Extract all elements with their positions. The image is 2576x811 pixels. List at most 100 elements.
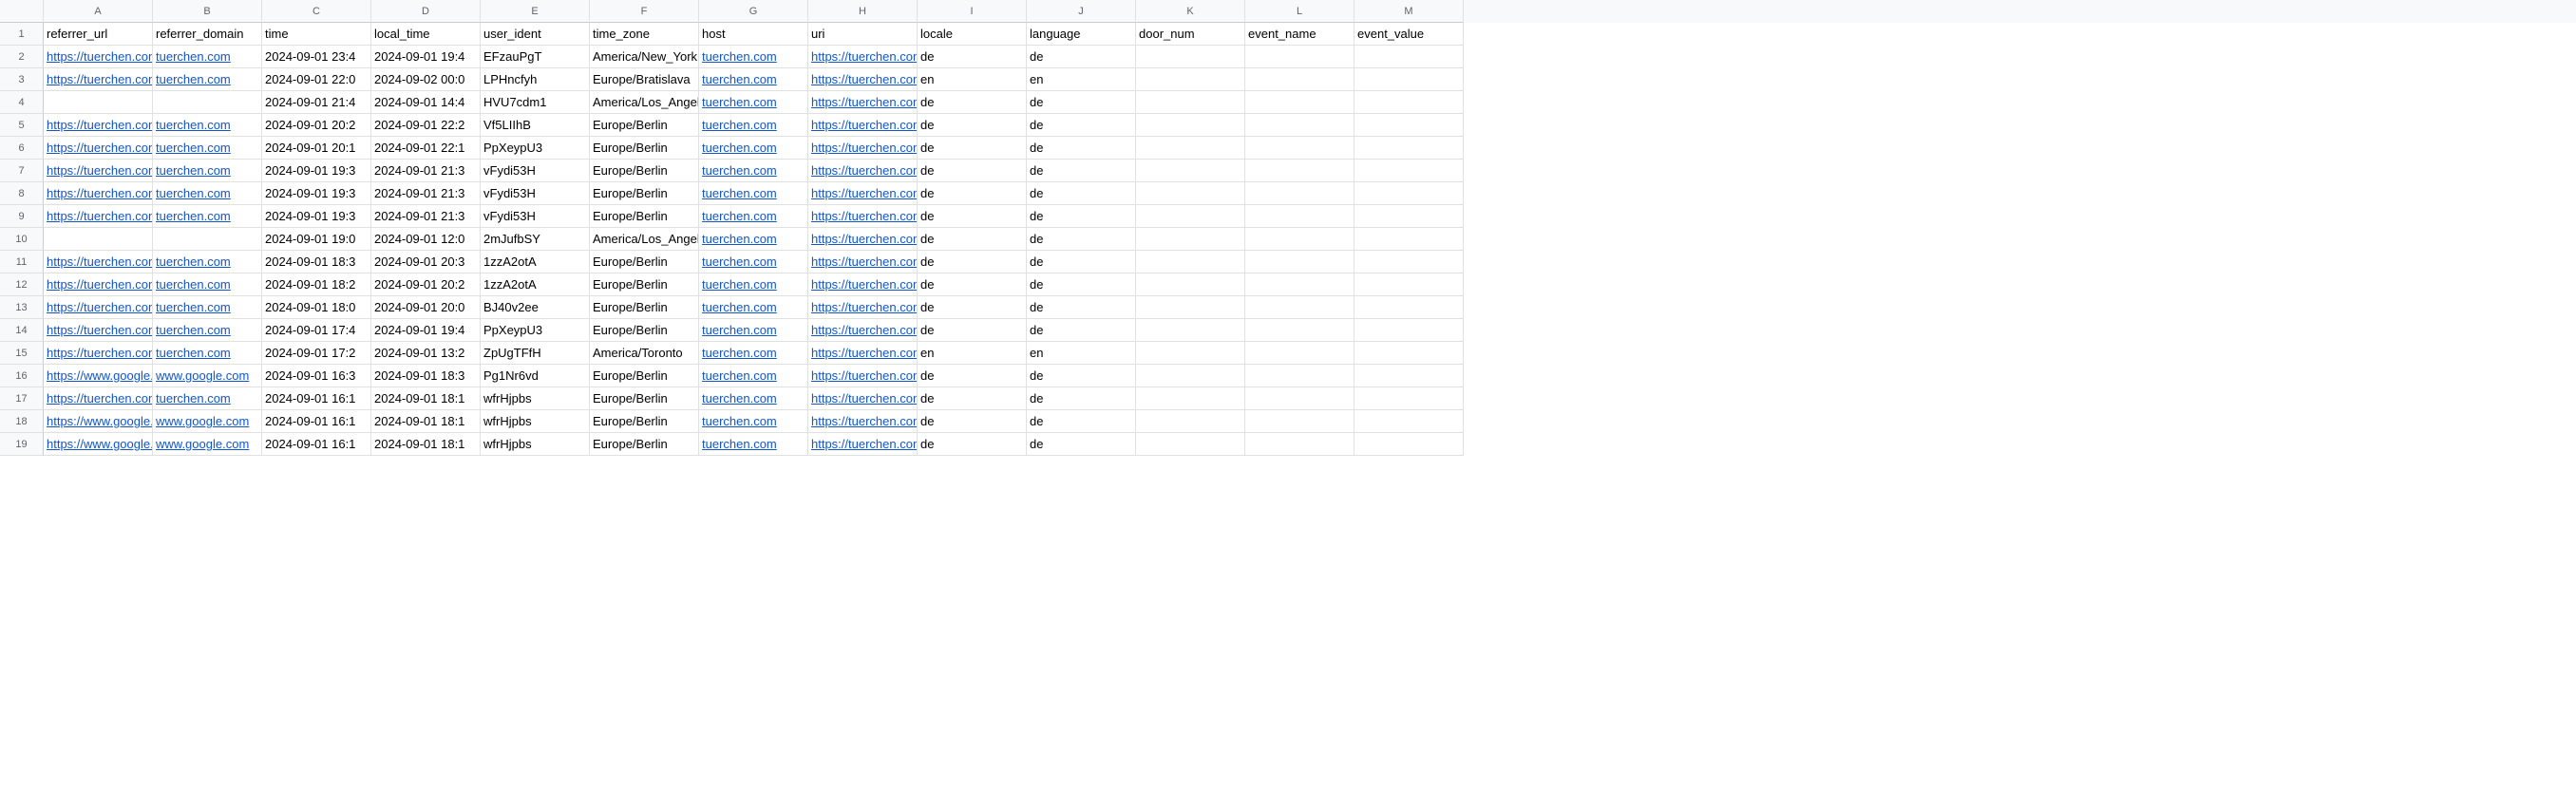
cell-C16[interactable]: 2024-09-01 16:3: [262, 365, 371, 387]
cell-C1[interactable]: time: [262, 23, 371, 46]
cell-K12[interactable]: [1136, 273, 1245, 296]
cell-I14[interactable]: de: [918, 319, 1027, 342]
cell-J10[interactable]: de: [1027, 228, 1136, 251]
col-header-I[interactable]: I: [918, 0, 1027, 23]
cell-D5[interactable]: 2024-09-01 22:2: [371, 114, 481, 137]
cell-F8[interactable]: Europe/Berlin: [590, 182, 699, 205]
cell-B14[interactable]: tuerchen.com: [153, 319, 262, 342]
cell-I15[interactable]: en: [918, 342, 1027, 365]
cell-C19[interactable]: 2024-09-01 16:1: [262, 433, 371, 456]
cell-C6[interactable]: 2024-09-01 20:1: [262, 137, 371, 160]
cell-K14[interactable]: [1136, 319, 1245, 342]
cell-I10[interactable]: de: [918, 228, 1027, 251]
cell-J18[interactable]: de: [1027, 410, 1136, 433]
cell-E15[interactable]: ZpUgTFfH: [481, 342, 590, 365]
cell-G18[interactable]: tuerchen.com: [699, 410, 808, 433]
cell-I8[interactable]: de: [918, 182, 1027, 205]
cell-G5[interactable]: tuerchen.com: [699, 114, 808, 137]
cell-F16[interactable]: Europe/Berlin: [590, 365, 699, 387]
cell-L5[interactable]: [1245, 114, 1354, 137]
cell-D2[interactable]: 2024-09-01 19:4: [371, 46, 481, 68]
cell-G16[interactable]: tuerchen.com: [699, 365, 808, 387]
cell-M3[interactable]: [1354, 68, 1464, 91]
cell-D4[interactable]: 2024-09-01 14:4: [371, 91, 481, 114]
cell-M12[interactable]: [1354, 273, 1464, 296]
cell-C4[interactable]: 2024-09-01 21:4: [262, 91, 371, 114]
cell-E10[interactable]: 2mJufbSY: [481, 228, 590, 251]
cell-I7[interactable]: de: [918, 160, 1027, 182]
cell-I3[interactable]: en: [918, 68, 1027, 91]
cell-H5[interactable]: https://tuerchen.com/: [808, 114, 918, 137]
cell-A15[interactable]: https://tuerchen.com/: [44, 342, 153, 365]
cell-G3[interactable]: tuerchen.com: [699, 68, 808, 91]
cell-A14[interactable]: https://tuerchen.com/: [44, 319, 153, 342]
cell-K16[interactable]: [1136, 365, 1245, 387]
cell-A12[interactable]: https://tuerchen.com/: [44, 273, 153, 296]
cell-C5[interactable]: 2024-09-01 20:2: [262, 114, 371, 137]
cell-E14[interactable]: PpXeypU3: [481, 319, 590, 342]
row-header-1[interactable]: 1: [0, 23, 44, 46]
col-header-B[interactable]: B: [153, 0, 262, 23]
cell-F7[interactable]: Europe/Berlin: [590, 160, 699, 182]
cell-L8[interactable]: [1245, 182, 1354, 205]
cell-K8[interactable]: [1136, 182, 1245, 205]
cell-I2[interactable]: de: [918, 46, 1027, 68]
cell-H3[interactable]: https://tuerchen.com/: [808, 68, 918, 91]
cell-F17[interactable]: Europe/Berlin: [590, 387, 699, 410]
cell-B12[interactable]: tuerchen.com: [153, 273, 262, 296]
cell-E19[interactable]: wfrHjpbs: [481, 433, 590, 456]
cell-F6[interactable]: Europe/Berlin: [590, 137, 699, 160]
cell-H16[interactable]: https://tuerchen.com/: [808, 365, 918, 387]
cell-E4[interactable]: HVU7cdm1: [481, 91, 590, 114]
cell-I5[interactable]: de: [918, 114, 1027, 137]
cell-J12[interactable]: de: [1027, 273, 1136, 296]
cell-H14[interactable]: https://tuerchen.com/: [808, 319, 918, 342]
cell-A19[interactable]: https://www.google.com/: [44, 433, 153, 456]
col-header-K[interactable]: K: [1136, 0, 1245, 23]
cell-H19[interactable]: https://tuerchen.com/: [808, 433, 918, 456]
cell-D7[interactable]: 2024-09-01 21:3: [371, 160, 481, 182]
cell-K3[interactable]: [1136, 68, 1245, 91]
cell-B3[interactable]: tuerchen.com: [153, 68, 262, 91]
cell-H7[interactable]: https://tuerchen.com/: [808, 160, 918, 182]
col-header-L[interactable]: L: [1245, 0, 1354, 23]
cell-K2[interactable]: [1136, 46, 1245, 68]
cell-H12[interactable]: https://tuerchen.com/: [808, 273, 918, 296]
cell-H10[interactable]: https://tuerchen.com/: [808, 228, 918, 251]
row-header-11[interactable]: 11: [0, 251, 44, 273]
cell-H4[interactable]: https://tuerchen.com/: [808, 91, 918, 114]
cell-I11[interactable]: de: [918, 251, 1027, 273]
cell-I12[interactable]: de: [918, 273, 1027, 296]
row-header-4[interactable]: 4: [0, 91, 44, 114]
cell-B19[interactable]: www.google.com: [153, 433, 262, 456]
cell-G4[interactable]: tuerchen.com: [699, 91, 808, 114]
cell-D12[interactable]: 2024-09-01 20:2: [371, 273, 481, 296]
col-header-F[interactable]: F: [590, 0, 699, 23]
cell-K7[interactable]: [1136, 160, 1245, 182]
cell-G15[interactable]: tuerchen.com: [699, 342, 808, 365]
cell-L9[interactable]: [1245, 205, 1354, 228]
cell-J9[interactable]: de: [1027, 205, 1136, 228]
cell-D11[interactable]: 2024-09-01 20:3: [371, 251, 481, 273]
row-header-3[interactable]: 3: [0, 68, 44, 91]
cell-M16[interactable]: [1354, 365, 1464, 387]
cell-E8[interactable]: vFydi53H: [481, 182, 590, 205]
cell-L18[interactable]: [1245, 410, 1354, 433]
cell-E6[interactable]: PpXeypU3: [481, 137, 590, 160]
cell-E9[interactable]: vFydi53H: [481, 205, 590, 228]
row-header-14[interactable]: 14: [0, 319, 44, 342]
cell-M4[interactable]: [1354, 91, 1464, 114]
cell-D3[interactable]: 2024-09-02 00:0: [371, 68, 481, 91]
cell-D18[interactable]: 2024-09-01 18:1: [371, 410, 481, 433]
cell-A7[interactable]: https://tuerchen.com/: [44, 160, 153, 182]
row-header-9[interactable]: 9: [0, 205, 44, 228]
cell-C2[interactable]: 2024-09-01 23:4: [262, 46, 371, 68]
cell-K19[interactable]: [1136, 433, 1245, 456]
cell-D17[interactable]: 2024-09-01 18:1: [371, 387, 481, 410]
cell-A4[interactable]: [44, 91, 153, 114]
cell-L2[interactable]: [1245, 46, 1354, 68]
cell-F3[interactable]: Europe/Bratislava: [590, 68, 699, 91]
cell-I4[interactable]: de: [918, 91, 1027, 114]
col-header-D[interactable]: D: [371, 0, 481, 23]
cell-D9[interactable]: 2024-09-01 21:3: [371, 205, 481, 228]
